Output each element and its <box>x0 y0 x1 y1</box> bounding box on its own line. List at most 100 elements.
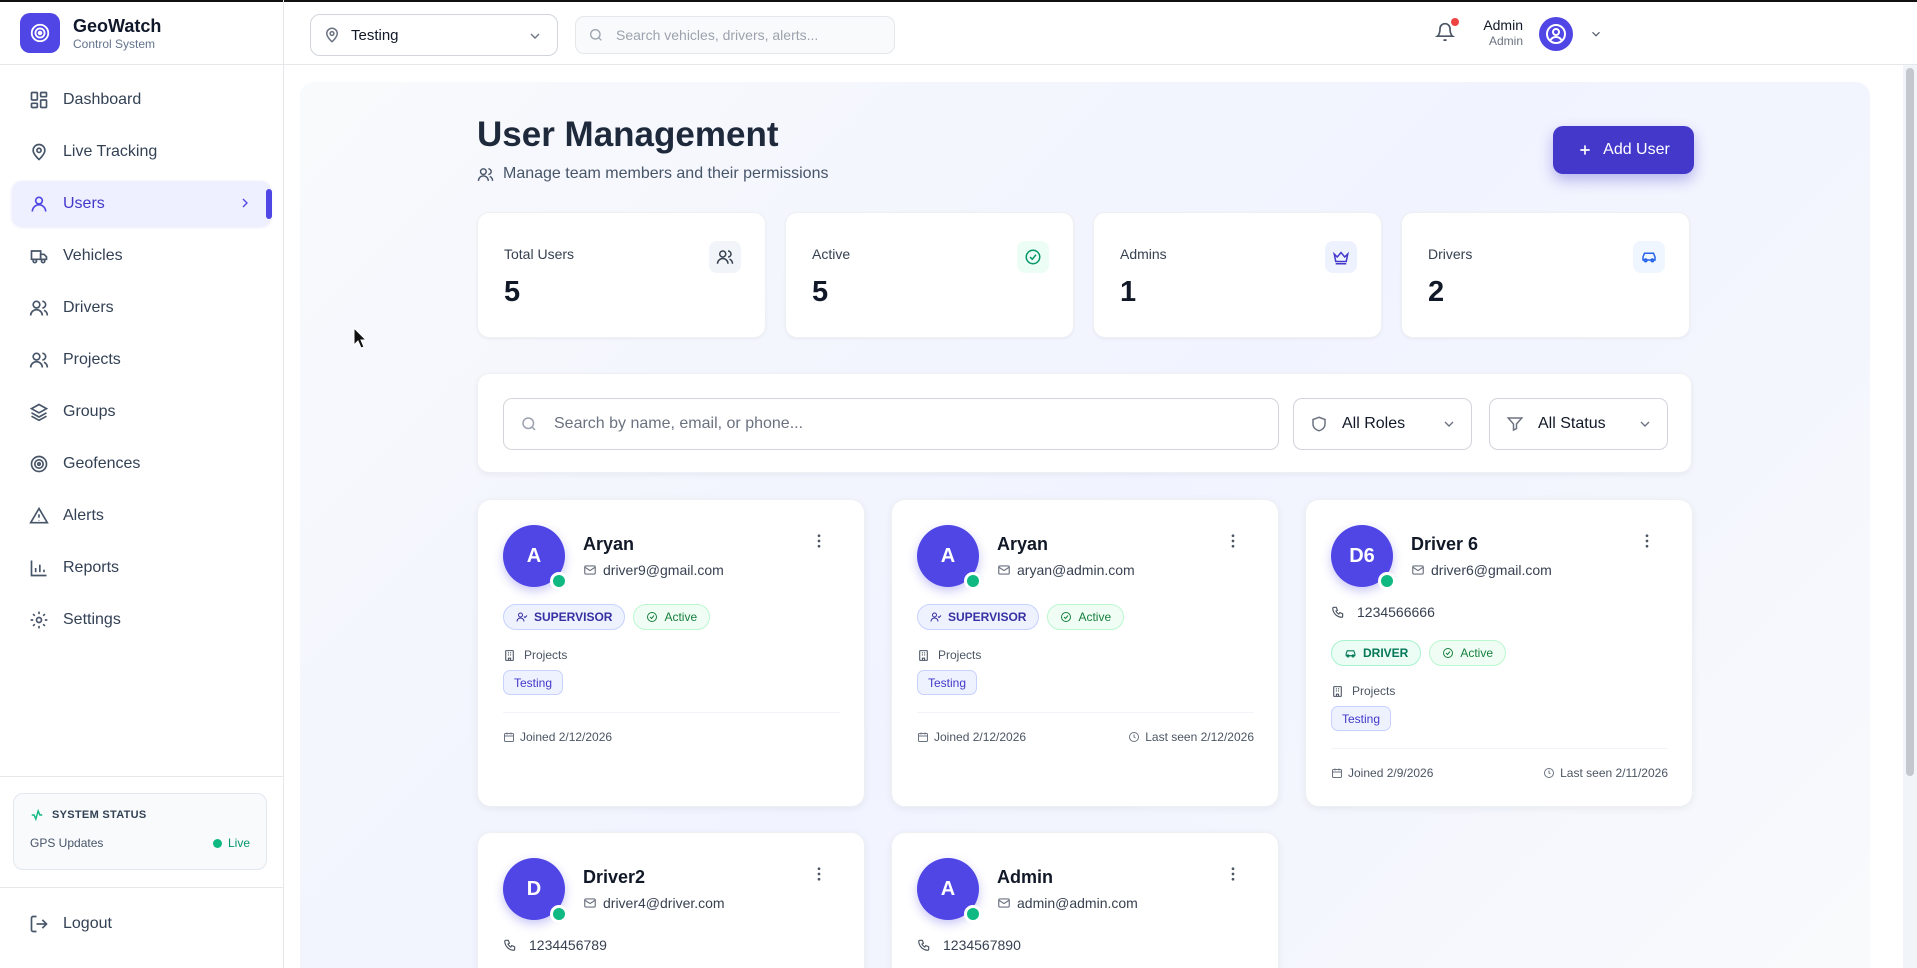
sidebar-item-reports[interactable]: Reports <box>12 545 271 590</box>
sidebar-item-drivers[interactable]: Drivers <box>12 285 271 330</box>
mail-icon <box>998 898 1010 908</box>
role-badge-label: SUPERVISOR <box>948 610 1027 624</box>
joined-date: Joined 2/12/2026 <box>917 730 1026 744</box>
logout-label: Logout <box>63 915 112 932</box>
phone-icon <box>504 939 516 951</box>
alert-triangle-icon <box>29 506 49 523</box>
user-name: Driver2 <box>583 867 646 887</box>
sidebar-item-groups[interactable]: Groups <box>12 389 271 434</box>
add-user-label: Add User <box>1603 141 1670 158</box>
more-vertical-icon[interactable] <box>810 532 828 550</box>
live-label: Live <box>227 836 250 850</box>
status-filter-select[interactable]: All Status <box>1489 398 1668 450</box>
sidebar-item-dashboard[interactable]: Dashboard <box>12 77 271 122</box>
chevron-right-icon <box>242 198 248 208</box>
user-card[interactable]: A Aryan driver9@gmail.com SUPERVISOR Act… <box>477 499 865 807</box>
mouse-cursor-icon <box>353 327 367 349</box>
sidebar-item-vehicles[interactable]: Vehicles <box>12 233 271 278</box>
sidebar-item-live-tracking[interactable]: Live Tracking <box>12 129 271 174</box>
user-card[interactable]: D Driver2 driver4@driver.com 1234456789 <box>477 832 865 968</box>
user-circle-icon <box>1546 24 1566 44</box>
target-icon <box>30 455 48 472</box>
joined-date-text: Joined 2/12/2026 <box>520 730 613 744</box>
sidebar-item-projects[interactable]: Projects <box>12 337 271 382</box>
user-phone: 1234456789 <box>503 937 607 953</box>
user-email-text: driver9@gmail.com <box>603 562 724 578</box>
user-email: admin@admin.com <box>997 895 1138 911</box>
clock-icon <box>1129 732 1140 742</box>
project-select-value: Testing <box>351 26 399 44</box>
chevron-down-icon[interactable] <box>1589 27 1603 41</box>
brand[interactable]: GeoWatch Control System <box>0 0 283 65</box>
stat-label: Drivers <box>1428 246 1473 262</box>
last-seen-text: Last seen 2/11/2026 <box>1560 766 1668 780</box>
joined-date-text: Joined 2/9/2026 <box>1348 766 1434 780</box>
more-vertical-icon[interactable] <box>1638 532 1656 550</box>
building-icon <box>505 649 514 661</box>
status-badge-label: Active <box>664 610 698 624</box>
stat-card-active: Active 5 <box>785 212 1074 338</box>
online-status-dot <box>964 572 982 590</box>
users-icon <box>29 300 49 316</box>
user-search-input[interactable]: Search by name, email, or phone... <box>503 398 1279 450</box>
check-circle-icon <box>1017 241 1049 273</box>
role-filter-value: All Roles <box>1342 415 1406 432</box>
user-badges: DRIVER Active <box>1331 640 1514 666</box>
users-icon <box>477 167 494 181</box>
brand-logo-icon <box>20 13 60 53</box>
more-vertical-icon[interactable] <box>1224 532 1242 550</box>
page-title: User Management <box>477 115 779 154</box>
gps-updates-label: GPS Updates <box>30 836 104 850</box>
scrollbar-thumb[interactable] <box>1906 68 1914 776</box>
sidebar-item-settings[interactable]: Settings <box>12 597 271 642</box>
avatar[interactable] <box>1539 17 1573 51</box>
divider <box>0 776 284 777</box>
search-icon <box>590 29 602 41</box>
global-search-placeholder: Search vehicles, drivers, alerts... <box>616 27 819 43</box>
user-email: aryan@admin.com <box>997 562 1135 578</box>
user-card[interactable]: A Admin admin@admin.com 1234567890 <box>891 832 1279 968</box>
car-icon <box>1345 649 1356 657</box>
user-card[interactable]: A Aryan aryan@admin.com SUPERVISOR Activ… <box>891 499 1279 807</box>
user-card[interactable]: D6 Driver 6 driver6@gmail.com 1234566666… <box>1305 499 1693 807</box>
stat-value: 5 <box>504 276 521 308</box>
chevron-down-icon <box>1444 421 1454 427</box>
more-vertical-icon[interactable] <box>810 865 828 883</box>
active-indicator <box>266 189 272 219</box>
user-email: driver4@driver.com <box>583 895 725 911</box>
filters-panel: Search by name, email, or phone... All R… <box>477 373 1692 473</box>
stat-card-total-users: Total Users 5 <box>477 212 766 338</box>
system-status-title: SYSTEM STATUS <box>52 809 147 821</box>
top-header: Testing Search vehicles, drivers, alerts… <box>284 0 1917 65</box>
status-badge-label: Active <box>1460 646 1494 660</box>
sidebar-item-geofences[interactable]: Geofences <box>12 441 271 486</box>
sidebar-item-label: Geofences <box>63 454 141 472</box>
plus-icon <box>1580 145 1590 155</box>
user-phone-text: 1234456789 <box>529 937 607 953</box>
stat-label: Admins <box>1120 246 1167 262</box>
calendar-icon <box>1332 768 1342 778</box>
stat-label: Active <box>812 246 851 262</box>
sidebar-item-alerts[interactable]: Alerts <box>12 493 271 538</box>
divider <box>0 887 284 888</box>
status-badge: Active <box>1429 640 1507 666</box>
gear-icon <box>30 611 48 628</box>
project-select[interactable]: Testing <box>310 14 558 56</box>
role-filter-select[interactable]: All Roles <box>1293 398 1472 450</box>
divider <box>917 712 1254 713</box>
more-vertical-icon[interactable] <box>1224 865 1242 883</box>
global-search-input[interactable]: Search vehicles, drivers, alerts... <box>575 16 895 54</box>
status-badge: Active <box>633 604 711 630</box>
divider <box>1331 748 1668 749</box>
role-badge-label: DRIVER <box>1363 646 1409 660</box>
user-info[interactable]: Admin Admin <box>1481 17 1523 48</box>
check-circle-icon <box>1061 612 1072 622</box>
stat-value: 2 <box>1428 276 1445 308</box>
user-phone: 1234566666 <box>1331 604 1435 620</box>
add-user-button[interactable]: Add User <box>1553 126 1694 174</box>
sidebar-item-label: Groups <box>63 402 116 420</box>
sidebar-item-label: Projects <box>63 350 121 368</box>
logout-button[interactable]: Logout <box>29 914 112 934</box>
truck-icon <box>30 249 48 263</box>
sidebar-item-users[interactable]: Users <box>12 181 272 226</box>
